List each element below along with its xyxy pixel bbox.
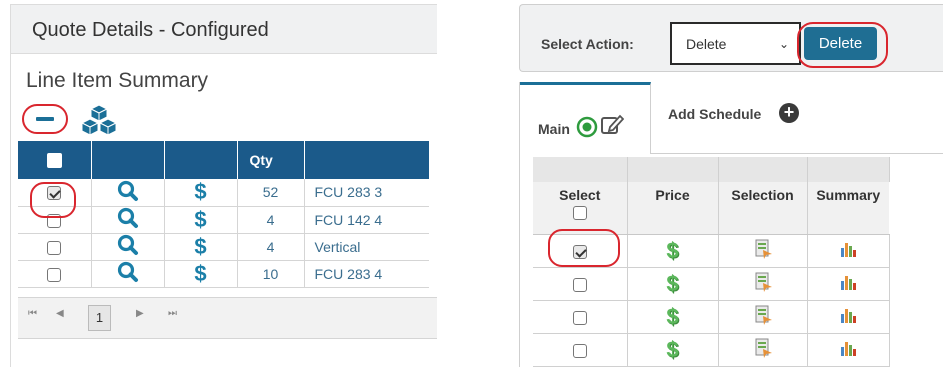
radio-target-icon bbox=[576, 116, 598, 138]
row-checkbox[interactable] bbox=[47, 240, 62, 255]
quote-details-panel: Quote Details - Configured Line Item Sum… bbox=[0, 0, 437, 367]
table-row: $ 10 FCU 283 4 bbox=[18, 260, 429, 288]
table-row: $ 4 FCU 142 4 bbox=[18, 206, 429, 234]
row-checkbox[interactable] bbox=[572, 343, 587, 358]
tab-main[interactable]: Main bbox=[520, 82, 651, 154]
table-header-row: Select Price Selection Summary bbox=[533, 182, 889, 235]
chevron-down-icon: ⌄ bbox=[778, 37, 789, 51]
column-header-qty[interactable]: Qty bbox=[237, 141, 305, 179]
magnifier-icon[interactable] bbox=[116, 207, 140, 229]
column-header-item bbox=[304, 141, 429, 179]
tabs-area: Main Add Schedule + Select Price Selecti… bbox=[519, 82, 943, 367]
dollar-icon[interactable]: $ bbox=[194, 207, 206, 232]
selection-doc-icon[interactable] bbox=[753, 272, 773, 292]
dollar-icon[interactable]: $ bbox=[194, 234, 206, 259]
select-all-header[interactable] bbox=[18, 141, 92, 179]
item-cell[interactable]: FCU 283 3 bbox=[304, 179, 429, 207]
item-cell[interactable]: FCU 283 4 bbox=[304, 260, 429, 288]
summary-chart-icon[interactable] bbox=[839, 306, 857, 324]
column-header-price bbox=[164, 141, 238, 179]
edit-icon[interactable] bbox=[600, 113, 624, 137]
section-title: Line Item Summary bbox=[26, 69, 209, 92]
column-header-price: Price bbox=[627, 182, 719, 235]
action-bar: Select Action: Delete ⌄ Delete bbox=[519, 4, 943, 72]
magnifier-icon[interactable] bbox=[116, 234, 140, 256]
price-dollar-icon[interactable]: $ bbox=[666, 304, 678, 329]
dollar-icon[interactable]: $ bbox=[194, 261, 206, 286]
schedule-panel: Select Action: Delete ⌄ Delete Main Add … bbox=[519, 0, 943, 367]
select-action-label: Select Action: bbox=[541, 36, 634, 52]
qty-cell: 4 bbox=[237, 233, 305, 261]
row-checkbox[interactable] bbox=[47, 267, 62, 282]
next-page-icon[interactable]: ▶ bbox=[136, 308, 144, 319]
qty-cell: 10 bbox=[237, 260, 305, 288]
row-checkbox[interactable] bbox=[572, 310, 587, 325]
column-header-select-label: Select bbox=[559, 187, 601, 203]
column-header-view bbox=[91, 141, 165, 179]
magnifier-icon[interactable] bbox=[116, 180, 140, 202]
magnifier-icon[interactable] bbox=[116, 261, 140, 283]
summary-chart-icon[interactable] bbox=[839, 240, 857, 258]
select-all-checkbox[interactable] bbox=[572, 206, 587, 221]
table-row: $ 52 FCU 283 3 bbox=[18, 179, 429, 207]
column-header-select: Select bbox=[533, 182, 628, 235]
cubes-icon[interactable] bbox=[80, 103, 118, 137]
action-select[interactable]: Delete ⌄ bbox=[670, 22, 801, 65]
first-page-icon[interactable]: ⏮ bbox=[28, 308, 37, 319]
table-header-row: Qty bbox=[18, 141, 429, 179]
table-row: $ bbox=[533, 300, 890, 334]
price-dollar-icon[interactable]: $ bbox=[666, 238, 678, 263]
qty-cell: 4 bbox=[237, 206, 305, 234]
panel-title: Quote Details - Configured bbox=[10, 4, 437, 54]
item-cell[interactable]: Vertical bbox=[304, 233, 429, 261]
table-row: $ bbox=[533, 333, 890, 367]
qty-cell: 52 bbox=[237, 179, 305, 207]
selection-doc-icon[interactable] bbox=[753, 338, 773, 358]
summary-chart-icon[interactable] bbox=[839, 339, 857, 357]
highlight-ring bbox=[548, 229, 620, 267]
last-page-icon[interactable]: ⏭ bbox=[168, 308, 177, 319]
current-page[interactable]: 1 bbox=[88, 305, 111, 331]
tab-main-label: Main bbox=[538, 121, 570, 137]
table-row: $ 4 Vertical bbox=[18, 233, 429, 261]
tab-bar: Main Add Schedule + bbox=[520, 82, 943, 154]
column-header-summary: Summary bbox=[807, 182, 889, 235]
tab-add-schedule[interactable]: Add Schedule bbox=[668, 106, 761, 122]
table-band bbox=[533, 157, 890, 182]
table-row: $ bbox=[533, 267, 890, 301]
action-select-value: Delete bbox=[686, 36, 727, 52]
plus-circle-icon[interactable]: + bbox=[779, 103, 799, 123]
delete-button[interactable]: Delete bbox=[804, 27, 877, 60]
highlight-ring bbox=[30, 182, 76, 218]
dollar-icon[interactable]: $ bbox=[194, 179, 206, 204]
collapse-button[interactable] bbox=[22, 104, 68, 134]
selection-doc-icon[interactable] bbox=[753, 239, 773, 259]
select-all-checkbox[interactable] bbox=[46, 153, 62, 169]
price-dollar-icon[interactable]: $ bbox=[666, 337, 678, 362]
pager: ⏮ ◀ 1 ▶ ⏭ bbox=[18, 297, 437, 339]
row-checkbox[interactable] bbox=[572, 277, 587, 292]
line-items-table: Qty $ 52 FCU 283 3 $ 4 FCU 142 4 $ 4 Ver… bbox=[18, 141, 429, 288]
item-cell[interactable]: FCU 142 4 bbox=[304, 206, 429, 234]
summary-chart-icon[interactable] bbox=[839, 273, 857, 291]
column-header-selection: Selection bbox=[718, 182, 808, 235]
selection-doc-icon[interactable] bbox=[753, 305, 773, 325]
prev-page-icon[interactable]: ◀ bbox=[56, 308, 64, 319]
minus-icon bbox=[36, 117, 54, 121]
price-dollar-icon[interactable]: $ bbox=[666, 271, 678, 296]
